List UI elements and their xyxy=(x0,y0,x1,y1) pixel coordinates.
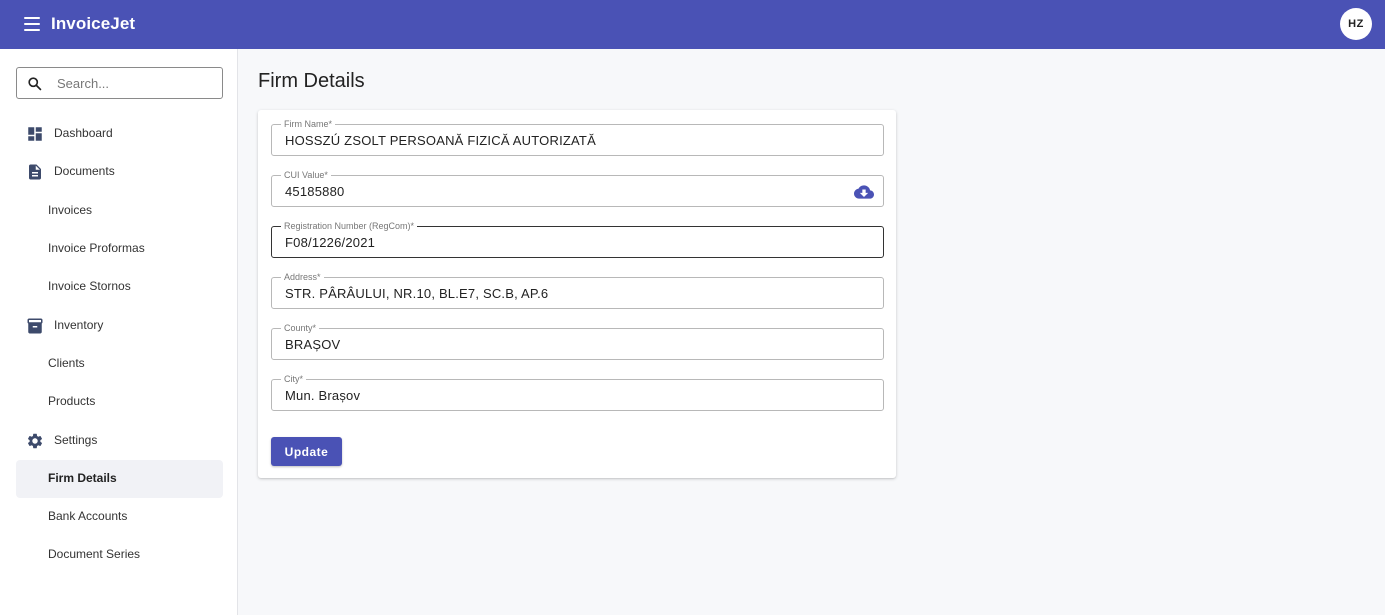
update-button[interactable]: Update xyxy=(271,437,342,466)
sidebar-item-label: Invoice Stornos xyxy=(48,279,131,293)
app-title: InvoiceJet xyxy=(51,14,136,33)
cui-value-label: CUI Value* xyxy=(281,169,331,181)
dashboard-icon xyxy=(28,127,42,141)
sidebar-item-label: Products xyxy=(48,394,96,408)
sidebar-item-label: Bank Accounts xyxy=(48,509,128,523)
city-label: City* xyxy=(281,373,307,385)
city-value: Mun. Brașov xyxy=(285,388,361,403)
sidebar-item-label: Invoices xyxy=(48,203,93,217)
sidebar-item-document-series[interactable]: Document Series xyxy=(16,536,223,574)
search-box[interactable] xyxy=(16,67,223,99)
registration-number-value: F08/1226/2021 xyxy=(285,235,376,250)
document-icon xyxy=(29,164,41,180)
sidebar-item-invoice-proformas[interactable]: Invoice Proformas xyxy=(16,230,223,268)
sidebar-item-products[interactable]: Products xyxy=(16,383,223,421)
county-label: County* xyxy=(281,322,320,334)
address-label: Address* xyxy=(281,271,324,283)
sidebar-item-inventory[interactable]: Inventory xyxy=(16,307,223,345)
county-value: BRAȘOV xyxy=(285,337,341,352)
sidebar-item-label: Clients xyxy=(48,356,85,370)
sidebar-item-label: Invoice Proformas xyxy=(48,241,145,255)
sidebar-item-label: Inventory xyxy=(54,318,104,332)
sidebar-item-documents[interactable]: Documents xyxy=(16,153,223,191)
firm-name-field[interactable]: Firm Name* HOSSZÚ ZSOLT PERSOANĂ FIZICĂ … xyxy=(271,118,884,156)
page-title: Firm Details xyxy=(258,70,365,92)
sidebar-item-settings[interactable]: Settings xyxy=(16,422,223,460)
sidebar: Dashboard Documents Invoices Invoice Pro… xyxy=(0,49,238,615)
sidebar-item-label: Settings xyxy=(54,433,98,447)
sidebar-item-firm-details[interactable]: Firm Details xyxy=(16,460,223,498)
cui-value-field[interactable]: CUI Value* 45185880 xyxy=(271,169,884,207)
cloud-download-icon[interactable] xyxy=(854,184,874,200)
registration-number-label: Registration Number (RegCom)* xyxy=(281,220,418,232)
sidebar-item-invoices[interactable]: Invoices xyxy=(16,192,223,230)
firm-name-value: HOSSZÚ ZSOLT PERSOANĂ FIZICĂ AUTORIZATĂ xyxy=(285,133,596,148)
search-icon xyxy=(28,77,42,91)
address-value: STR. PÂRÂULUI, NR.10, BL.E7, SC.B, AP.6 xyxy=(285,286,549,301)
gear-icon xyxy=(27,433,43,449)
cui-value-value: 45185880 xyxy=(285,184,345,199)
firm-details-card: Firm Name* HOSSZÚ ZSOLT PERSOANĂ FIZICĂ … xyxy=(258,110,896,478)
sidebar-item-invoice-stornos[interactable]: Invoice Stornos xyxy=(16,268,223,306)
registration-number-field[interactable]: Registration Number (RegCom)* F08/1226/2… xyxy=(271,220,884,258)
sidebar-item-dashboard[interactable]: Dashboard xyxy=(16,115,223,153)
sidebar-item-clients[interactable]: Clients xyxy=(16,345,223,383)
sidebar-item-label: Dashboard xyxy=(54,126,113,140)
menu-icon[interactable] xyxy=(24,17,40,31)
search-input[interactable] xyxy=(57,74,212,92)
app-bar: InvoiceJet HZ xyxy=(0,0,1385,49)
sidebar-item-bank-accounts[interactable]: Bank Accounts xyxy=(16,498,223,536)
inventory-icon xyxy=(27,318,43,334)
county-field[interactable]: County* BRAȘOV xyxy=(271,322,884,360)
city-field[interactable]: City* Mun. Brașov xyxy=(271,373,884,411)
sidebar-item-label: Firm Details xyxy=(48,471,117,485)
sidebar-item-label: Documents xyxy=(54,164,115,178)
avatar[interactable]: HZ xyxy=(1340,8,1372,40)
address-field[interactable]: Address* STR. PÂRÂULUI, NR.10, BL.E7, SC… xyxy=(271,271,884,309)
sidebar-item-label: Document Series xyxy=(48,547,141,561)
firm-name-label: Firm Name* xyxy=(281,118,336,130)
